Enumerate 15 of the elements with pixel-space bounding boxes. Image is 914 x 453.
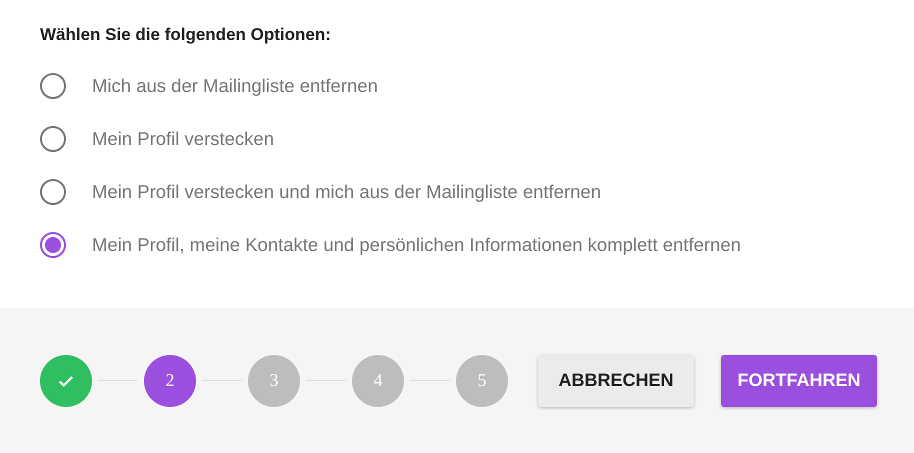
- heading: Wählen Sie die folgenden Optionen:: [40, 24, 332, 46]
- radio-button[interactable]: [40, 126, 66, 152]
- option-label: Mein Profil verstecken: [92, 128, 274, 150]
- radio-button[interactable]: [40, 232, 66, 258]
- step-indicator: 4: [352, 354, 404, 406]
- option-label: Mich aus der Mailingliste entfernen: [92, 75, 378, 97]
- radio-button[interactable]: [40, 179, 66, 205]
- step-indicator: 3: [248, 354, 300, 406]
- option-label: Mein Profil verstecken und mich aus der Mailingliste entfernen: [92, 181, 601, 203]
- option-label: Mein Profil, meine Kontakte und persönlichen Informationen komplett entfernen: [92, 234, 741, 256]
- radio-button[interactable]: [40, 73, 66, 99]
- step-indicator: 5: [456, 354, 508, 406]
- step-indicator: 2: [144, 354, 196, 406]
- continue-button[interactable]: FORTFAHREN: [721, 354, 877, 406]
- cancel-button[interactable]: ABBRECHEN: [538, 354, 694, 406]
